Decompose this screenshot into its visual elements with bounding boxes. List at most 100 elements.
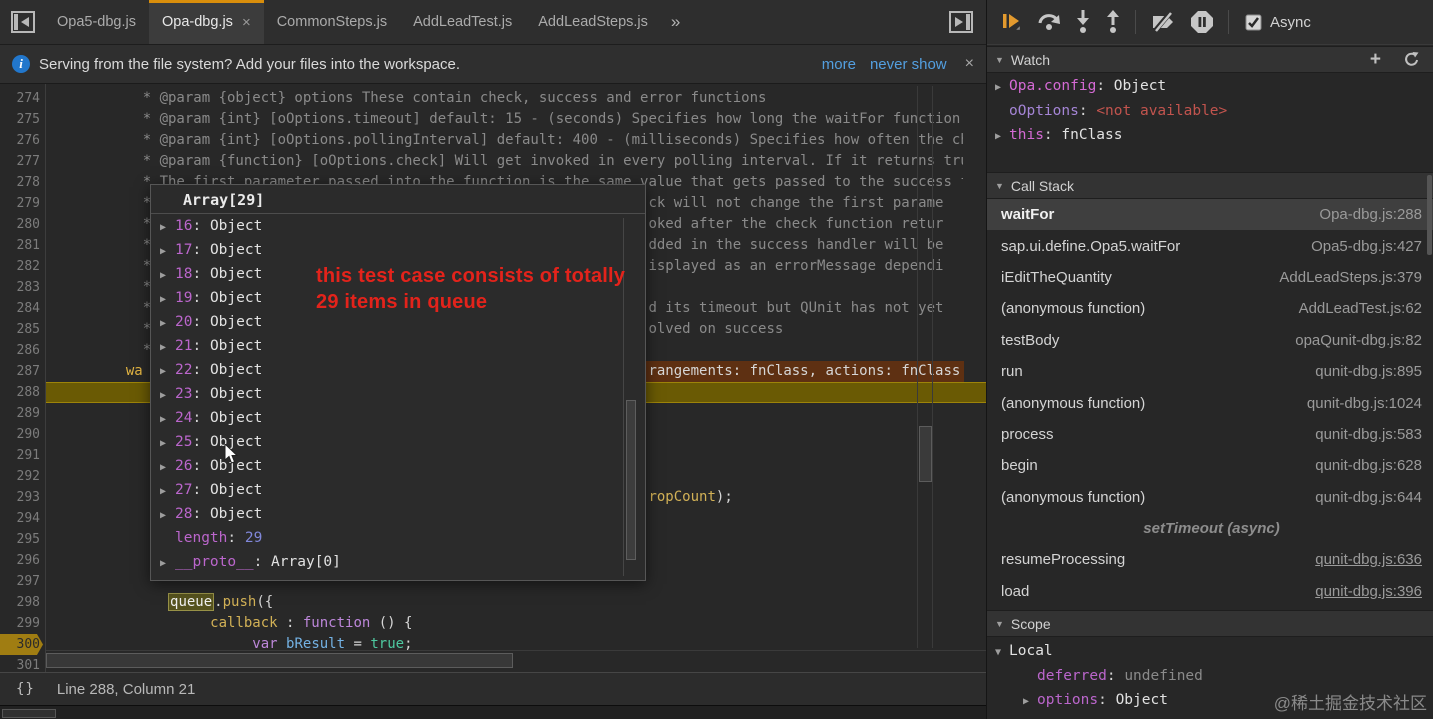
frame-file-location[interactable]: AddLeadSteps.js:379	[1279, 269, 1422, 286]
line-number[interactable]: 289	[0, 403, 40, 424]
watch-section-header[interactable]: ▼ Watch +	[987, 46, 1433, 73]
frame-file-location[interactable]: qunit-dbg.js:895	[1315, 363, 1422, 380]
scope-section-header[interactable]: ▼ Scope	[987, 610, 1433, 637]
popup-item[interactable]: ▶ __proto__: Array[0]	[151, 550, 645, 574]
line-number[interactable]: 290	[0, 424, 40, 445]
line-number[interactable]: 276	[0, 130, 40, 151]
popup-item[interactable]: ▶ 24: Object	[151, 406, 645, 430]
tab-CommonSteps.js[interactable]: CommonSteps.js	[264, 0, 400, 44]
expand-icon[interactable]: ▶	[160, 384, 175, 408]
frame-file-location[interactable]: qunit-dbg.js:1024	[1307, 395, 1422, 412]
expand-icon[interactable]: ▶	[160, 216, 175, 240]
frame-file-location[interactable]: qunit-dbg.js:636	[1315, 551, 1422, 568]
pause-on-exceptions-button[interactable]	[1190, 10, 1214, 34]
line-number[interactable]: 300	[0, 634, 43, 655]
line-number[interactable]: 287	[0, 361, 40, 382]
line-number[interactable]: 283	[0, 277, 40, 298]
popup-item[interactable]: length: 29	[151, 526, 645, 550]
callstack-frame[interactable]: waitFor Opa-dbg.js:288	[987, 199, 1433, 231]
never-show-link[interactable]: never show	[870, 56, 947, 73]
expand-icon[interactable]: ▶	[160, 456, 175, 480]
tab-Opa-dbg.js[interactable]: Opa-dbg.js ×	[149, 0, 264, 44]
expand-icon[interactable]: ▶	[160, 336, 175, 360]
line-number[interactable]: 299	[0, 613, 40, 634]
callstack-frame[interactable]: testBody opaQunit-dbg.js:82	[987, 325, 1433, 356]
expand-icon[interactable]: ▶	[1023, 690, 1037, 715]
line-number[interactable]: 295	[0, 529, 40, 550]
frame-file-location[interactable]: qunit-dbg.js:583	[1315, 426, 1422, 443]
callstack-frame[interactable]: (anonymous function) AddLeadTest.js:62	[987, 293, 1433, 324]
line-number[interactable]: 298	[0, 592, 40, 613]
line-number[interactable]: 292	[0, 466, 40, 487]
frame-file-location[interactable]: qunit-dbg.js:628	[1315, 457, 1422, 474]
line-number[interactable]: 293	[0, 487, 40, 508]
expand-icon[interactable]: ▶	[160, 264, 175, 288]
line-number[interactable]: 279	[0, 193, 40, 214]
callstack-frame[interactable]: (anonymous function) qunit-dbg.js:644	[987, 482, 1433, 513]
tab-AddLeadTest.js[interactable]: AddLeadTest.js	[400, 0, 525, 44]
callstack-frame[interactable]: run qunit-dbg.js:895	[987, 356, 1433, 387]
line-number[interactable]: 297	[0, 571, 40, 592]
refresh-watch-icon[interactable]	[1403, 51, 1420, 68]
callstack-frame[interactable]: sap.ui.define.Opa5.waitFor Opa5-dbg.js:42…	[987, 230, 1433, 261]
collapse-icon[interactable]: ▼	[995, 641, 1009, 666]
scope-variable[interactable]: deferred: undefined	[987, 664, 1433, 689]
tab-overflow-chevron[interactable]: »	[661, 0, 690, 44]
popup-item[interactable]: ▶ 21: Object	[151, 334, 645, 358]
callstack-frame[interactable]: process qunit-dbg.js:583	[987, 419, 1433, 450]
frame-file-location[interactable]: AddLeadTest.js:62	[1299, 300, 1422, 317]
frame-file-location[interactable]: Opa5-dbg.js:427	[1311, 238, 1422, 255]
sidebar-scrollbar[interactable]	[1426, 172, 1433, 607]
pretty-print-icon[interactable]: {}	[16, 681, 35, 697]
expand-icon[interactable]: ▶	[160, 288, 175, 312]
step-into-button[interactable]	[1075, 10, 1091, 34]
expand-icon[interactable]: ▶	[160, 552, 175, 576]
deactivate-breakpoints-button[interactable]	[1150, 11, 1176, 33]
line-number[interactable]: 282	[0, 256, 40, 277]
expand-icon[interactable]: ▶	[160, 504, 175, 528]
line-number[interactable]: 281	[0, 235, 40, 256]
hide-navigator-icon[interactable]	[10, 9, 36, 35]
line-number[interactable]: 280	[0, 214, 40, 235]
line-number[interactable]: 288	[0, 382, 40, 403]
line-number[interactable]: 296	[0, 550, 40, 571]
show-debugger-sidebar-icon[interactable]	[948, 9, 974, 35]
line-number[interactable]: 274	[0, 88, 40, 109]
line-number[interactable]: 291	[0, 445, 40, 466]
expand-icon[interactable]: ▶	[160, 312, 175, 336]
expand-icon[interactable]: ▶	[160, 360, 175, 384]
expand-icon[interactable]: ▶	[995, 76, 1009, 101]
tab-close-icon[interactable]: ×	[242, 14, 251, 31]
line-number[interactable]: 285	[0, 319, 40, 340]
line-number[interactable]: 294	[0, 508, 40, 529]
frame-file-location[interactable]: qunit-dbg.js:644	[1315, 489, 1422, 506]
line-number[interactable]: 278	[0, 172, 40, 193]
expand-icon[interactable]: ▶	[160, 432, 175, 456]
line-number[interactable]: 286	[0, 340, 40, 361]
popup-item[interactable]: ▶ 28: Object	[151, 502, 645, 526]
expand-icon[interactable]: ▶	[160, 480, 175, 504]
tab-AddLeadSteps.js[interactable]: AddLeadSteps.js	[525, 0, 661, 44]
expand-icon[interactable]: ▶	[160, 240, 175, 264]
watch-item[interactable]: oOptions: <not available>	[987, 99, 1433, 124]
frame-file-location[interactable]: qunit-dbg.js:396	[1315, 583, 1422, 600]
step-out-button[interactable]	[1105, 10, 1121, 34]
popup-item[interactable]: ▶ 27: Object	[151, 478, 645, 502]
scope-local-section[interactable]: ▼ Local	[987, 639, 1433, 664]
callstack-section-header[interactable]: ▼ Call Stack	[987, 172, 1433, 199]
add-watch-icon[interactable]: +	[1370, 49, 1381, 71]
callstack-frame[interactable]: iEditTheQuantity AddLeadSteps.js:379	[987, 262, 1433, 293]
watch-item[interactable]: ▶ this: fnClass	[987, 123, 1433, 148]
popup-item[interactable]: ▶ 17: Object	[151, 238, 645, 262]
frame-file-location[interactable]: opaQunit-dbg.js:82	[1295, 332, 1422, 349]
tab-Opa5-dbg.js[interactable]: Opa5-dbg.js	[44, 0, 149, 44]
popup-item[interactable]: ▶ 16: Object	[151, 214, 645, 238]
step-over-button[interactable]	[1037, 11, 1061, 33]
editor-vertical-scrollbar[interactable]	[917, 86, 933, 648]
expand-icon[interactable]: ▶	[995, 125, 1009, 150]
line-number[interactable]: 275	[0, 109, 40, 130]
callstack-frame[interactable]: resumeProcessing qunit-dbg.js:636	[987, 544, 1433, 575]
more-link[interactable]: more	[822, 56, 856, 73]
line-number[interactable]: 277	[0, 151, 40, 172]
watch-item[interactable]: ▶ Opa.config: Object	[987, 74, 1433, 99]
